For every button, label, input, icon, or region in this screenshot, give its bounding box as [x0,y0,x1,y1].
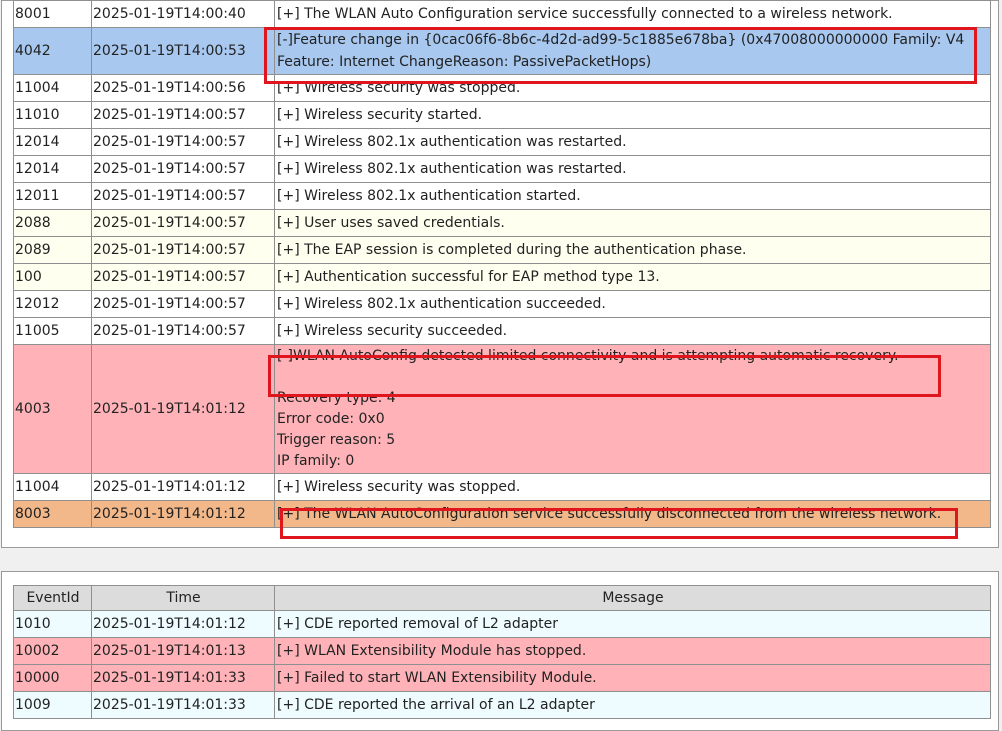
message-detail-line: Error code: 0x0 [277,411,385,427]
table-row[interactable]: 2088 2025-01-19T14:00:57 [+] User uses s… [13,209,991,237]
message-detail-line: IP family: 0 [277,453,355,469]
time-cell: 2025-01-19T14:00:57 [91,263,275,291]
table-row[interactable]: 10000 2025-01-19T14:01:33 [+] Failed to … [13,664,991,692]
event-id-cell: 12012 [13,290,92,318]
time-cell: 2025-01-19T14:01:12 [91,500,275,528]
message-cell: [+] The WLAN AutoConfiguration service s… [274,500,991,528]
event-id-cell: 2089 [13,236,92,264]
message-cell: [+] Wireless security started. [274,101,991,129]
message-cell: [+] Wireless security succeeded. [274,317,991,345]
table-row[interactable]: 8001 2025-01-19T14:00:40 [+] The WLAN Au… [13,0,991,28]
event-id-cell: 11005 [13,317,92,345]
table-row[interactable]: 100 2025-01-19T14:00:57 [+] Authenticati… [13,263,991,291]
time-cell: 2025-01-19T14:00:57 [91,128,275,156]
message-cell: [+] Wireless 802.1x authentication succe… [274,290,991,318]
table-row[interactable]: 11010 2025-01-19T14:00:57 [+] Wireless s… [13,101,991,129]
event-id-cell: 100 [13,263,92,291]
message-cell: [+] User uses saved credentials. [274,209,991,237]
time-cell: 2025-01-19T14:00:57 [91,236,275,264]
time-cell: 2025-01-19T14:01:13 [91,637,275,665]
message-cell: [+] Failed to start WLAN Extensibility M… [274,664,991,692]
time-cell: 2025-01-19T14:01:33 [91,664,275,692]
event-table-top: 8001 2025-01-19T14:00:40 [+] The WLAN Au… [13,0,991,528]
message-cell: [+] Wireless security was stopped. [274,473,991,501]
time-cell: 2025-01-19T14:00:57 [91,155,275,183]
time-cell: 2025-01-19T14:00:57 [91,290,275,318]
message-detail-line: Trigger reason: 5 [277,432,396,448]
table-row[interactable]: 4003 2025-01-19T14:01:12 [-]WLAN AutoCon… [13,344,991,474]
time-cell: 2025-01-19T14:00:40 [91,0,275,28]
event-log-panel-top: 8001 2025-01-19T14:00:40 [+] The WLAN Au… [1,0,999,548]
table-row[interactable]: 12012 2025-01-19T14:00:57 [+] Wireless 8… [13,290,991,318]
event-id-cell: 12014 [13,128,92,156]
event-id-cell: 12011 [13,182,92,210]
table-row[interactable]: 11004 2025-01-19T14:01:12 [+] Wireless s… [13,473,991,501]
event-id-cell: 2088 [13,209,92,237]
event-id-cell: 8003 [13,500,92,528]
message-cell: [+] Wireless 802.1x authentication was r… [274,155,991,183]
event-id-cell: 11004 [13,473,92,501]
table-row[interactable]: 1010 2025-01-19T14:01:12 [+] CDE reporte… [13,610,991,638]
time-cell: 2025-01-19T14:01:12 [91,610,275,638]
message-cell: [+] CDE reported the arrival of an L2 ad… [274,691,991,719]
event-id-cell: 12014 [13,155,92,183]
time-cell: 2025-01-19T14:00:56 [91,74,275,102]
message-cell: [+] Wireless 802.1x authentication was r… [274,128,991,156]
column-header-message[interactable]: Message [274,585,991,611]
message-cell: [+] Wireless security was stopped. [274,74,991,102]
time-cell: 2025-01-19T14:00:57 [91,317,275,345]
message-cell: [+] The EAP session is completed during … [274,236,991,264]
message-cell: [+] Authentication successful for EAP me… [274,263,991,291]
message-cell: [+] WLAN Extensibility Module has stoppe… [274,637,991,665]
event-log-panel-bottom: EventId Time Message 1010 2025-01-19T14:… [1,571,999,731]
table-row[interactable]: 1009 2025-01-19T14:01:33 [+] CDE reporte… [13,691,991,719]
table-row[interactable]: 12011 2025-01-19T14:00:57 [+] Wireless 8… [13,182,991,210]
event-table-bottom: EventId Time Message 1010 2025-01-19T14:… [13,585,991,719]
time-cell: 2025-01-19T14:00:57 [91,101,275,129]
message-cell: [-]Feature change in {0cac06f6-8b6c-4d2d… [274,27,991,75]
table-row[interactable]: 12014 2025-01-19T14:00:57 [+] Wireless 8… [13,128,991,156]
event-id-cell: 10000 [13,664,92,692]
time-cell: 2025-01-19T14:01:12 [91,473,275,501]
table-row[interactable]: 10002 2025-01-19T14:01:13 [+] WLAN Exten… [13,637,991,665]
event-id-cell: 10002 [13,637,92,665]
event-id-cell: 1009 [13,691,92,719]
event-id-cell: 4042 [13,27,92,75]
table-row[interactable]: 2089 2025-01-19T14:00:57 [+] The EAP ses… [13,236,991,264]
message-detail-line: Recovery type: 4 [277,390,396,406]
message-cell: [+] The WLAN Auto Configuration service … [274,0,991,28]
table-row[interactable]: 11004 2025-01-19T14:00:56 [+] Wireless s… [13,74,991,102]
table-header-row: EventId Time Message [13,585,991,611]
time-cell: 2025-01-19T14:01:33 [91,691,275,719]
event-id-cell: 11010 [13,101,92,129]
message-cell: [+] Wireless 802.1x authentication start… [274,182,991,210]
table-row[interactable]: 8003 2025-01-19T14:01:12 [+] The WLAN Au… [13,500,991,528]
table-row[interactable]: 11005 2025-01-19T14:00:57 [+] Wireless s… [13,317,991,345]
column-header-eventid[interactable]: EventId [13,585,92,611]
event-id-cell: 4003 [13,344,92,474]
message-summary: [-]WLAN AutoConfig detected limited conn… [277,348,899,364]
event-id-cell: 8001 [13,0,92,28]
message-cell: [+] CDE reported removal of L2 adapter [274,610,991,638]
time-cell: 2025-01-19T14:01:12 [91,344,275,474]
table-row-selected[interactable]: 4042 2025-01-19T14:00:53 [-]Feature chan… [13,27,991,75]
time-cell: 2025-01-19T14:00:53 [91,27,275,75]
event-id-cell: 11004 [13,74,92,102]
time-cell: 2025-01-19T14:00:57 [91,182,275,210]
message-cell: [-]WLAN AutoConfig detected limited conn… [274,344,991,474]
table-row[interactable]: 12014 2025-01-19T14:00:57 [+] Wireless 8… [13,155,991,183]
event-id-cell: 1010 [13,610,92,638]
time-cell: 2025-01-19T14:00:57 [91,209,275,237]
column-header-time[interactable]: Time [91,585,275,611]
